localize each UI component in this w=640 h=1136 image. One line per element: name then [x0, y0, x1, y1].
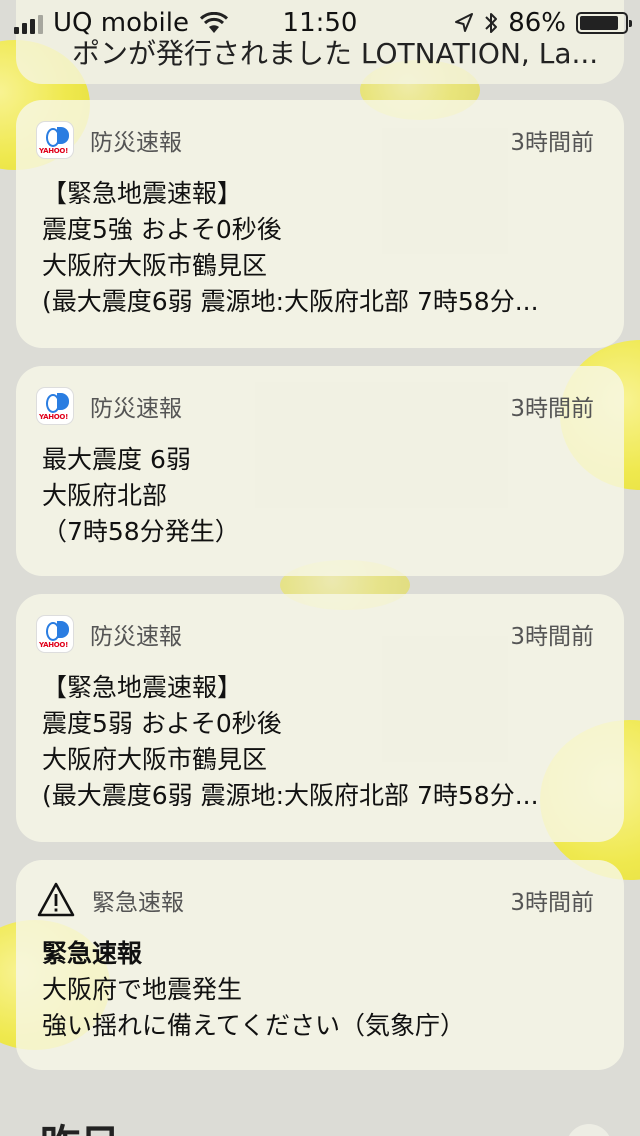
notification-line: (最大震度6弱 震源地:大阪府北部 7時58分... — [42, 287, 539, 316]
location-arrow-icon — [455, 13, 474, 32]
notification-time: 3時間前 — [510, 624, 594, 650]
app-name: 緊急速報 — [92, 890, 184, 916]
yahoo-bousai-app-icon: YAHOO! — [36, 387, 74, 425]
notification-time: 3時間前 — [510, 890, 594, 916]
battery-level-fill — [580, 16, 618, 30]
notification-card[interactable]: YAHOO! 防災速報 3時間前 【緊急地震速報】 震度5弱 およそ0秒後 大阪… — [16, 594, 624, 842]
app-name: 防災速報 — [90, 624, 182, 650]
notification-line: 大阪府大阪市鶴見区 — [42, 745, 268, 774]
notification-line: 大阪府大阪市鶴見区 — [42, 251, 268, 280]
notification-card[interactable]: YAHOO! 防災速報 3時間前 【緊急地震速報】 震度5強 およそ0秒後 大阪… — [16, 100, 624, 348]
notification-line: 震度5強 およそ0秒後 — [42, 215, 282, 244]
bluetooth-icon — [485, 13, 498, 33]
notification-card[interactable]: 緊急速報 3時間前 緊急速報 大阪府で地震発生 強い揺れに備えてください（気象庁… — [16, 860, 624, 1070]
notification-card[interactable]: YAHOO! 防災速報 3時間前 最大震度 6弱 大阪府北部 （7時58分発生） — [16, 366, 624, 576]
notification-time: 3時間前 — [510, 130, 594, 156]
notification-line: 大阪府北部 — [42, 481, 168, 510]
status-bar: UQ mobile 11:50 86% — [0, 0, 640, 46]
notification-title: 緊急速報 — [42, 939, 143, 968]
battery-icon — [576, 12, 632, 34]
app-name: 防災速報 — [90, 396, 182, 422]
notification-line: (最大震度6弱 震源地:大阪府北部 7時58分... — [42, 781, 539, 810]
app-name: 防災速報 — [90, 130, 182, 156]
notification-line: 大阪府で地震発生 — [42, 975, 243, 1004]
notification-line: 最大震度 6弱 — [42, 445, 191, 474]
notification-line: 強い揺れに備えてください（気象庁） — [42, 1011, 466, 1040]
warning-triangle-icon — [37, 882, 75, 917]
notification-line: （7時58分発生） — [42, 517, 240, 546]
notification-line: 【緊急地震速報】 — [42, 179, 243, 208]
section-header: 昨日 — [40, 1112, 120, 1136]
notification-line: 震度5弱 およそ0秒後 — [42, 709, 282, 738]
notification-time: 3時間前 — [510, 396, 594, 422]
battery-percent: 86% — [508, 8, 566, 38]
yahoo-bousai-app-icon: YAHOO! — [36, 121, 74, 159]
notification-line: 【緊急地震速報】 — [42, 673, 243, 702]
yahoo-bousai-app-icon: YAHOO! — [36, 615, 74, 653]
